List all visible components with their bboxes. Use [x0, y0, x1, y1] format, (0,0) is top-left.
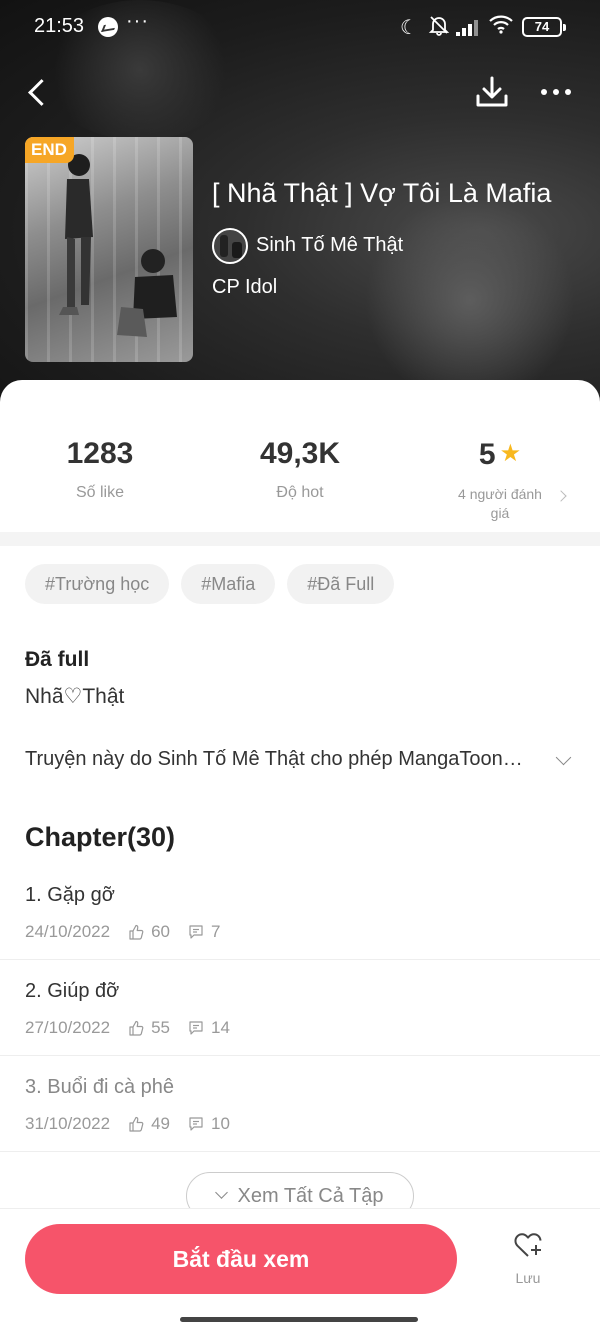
section-divider [0, 532, 600, 546]
chapter-heading: Chapter(30) [25, 822, 176, 852]
status-time: 21:53 [34, 15, 85, 37]
chapter-date: 27/10/2022 [25, 1018, 111, 1037]
stats-row: 1283 Số like 49,3K Độ hot 5 ★ 4 người đán… [0, 380, 600, 532]
hot-value: 49,3K [259, 437, 341, 470]
chapter-row[interactable]: 1. Gặp gỡ 24/10/2022 60 7 [0, 864, 600, 960]
bottom-action-bar: Bắt đầu xem Lưu [0, 1208, 600, 1333]
comic-category: CP Idol [212, 276, 278, 298]
more-dots-icon[interactable] [536, 72, 576, 112]
view-all-label: Xem Tất Cả Tập [237, 1185, 384, 1207]
background-blur [360, 200, 580, 400]
comment-icon [188, 1020, 204, 1036]
chapter-title: 1. Gặp gỡ [25, 884, 115, 906]
moon-icon: ☾ [400, 17, 418, 39]
home-indicator[interactable] [180, 1317, 418, 1322]
save-button[interactable]: Lưu [498, 1229, 558, 1299]
like-icon [128, 1020, 144, 1036]
chapter-row[interactable]: 2. Giúp đỡ 27/10/2022 55 14 [0, 960, 600, 1056]
hot-label: Độ hot [276, 484, 324, 501]
comic-cover[interactable]: END [25, 137, 193, 362]
comic-title: [ Nhã Thật ] Vợ Tôi Là Mafia [212, 178, 552, 208]
chapter-likes: 60 [151, 922, 171, 941]
tag-chip[interactable]: #Đã Full [287, 564, 395, 604]
avatar[interactable] [212, 228, 248, 264]
comment-icon [188, 924, 204, 940]
cover-figure [117, 249, 177, 337]
hero-header: 21:53 ··· ☾ 74 END [Nhã Thật] Vợ Tôi L… [0, 0, 600, 420]
chapter-comments: 10 [211, 1114, 230, 1133]
rating-value: 5 [478, 438, 496, 471]
battery-icon: 74 [522, 17, 566, 37]
chapter-comments: 7 [211, 922, 221, 941]
tag-list: #Trường học #Mafia #Đã Full [25, 564, 406, 604]
chapter-likes: 55 [151, 1018, 171, 1037]
heart-plus-icon [514, 1233, 542, 1257]
chapter-date: 31/10/2022 [25, 1114, 111, 1133]
cover-figure [59, 154, 93, 315]
end-badge: END [25, 137, 74, 163]
like-icon [128, 1116, 144, 1132]
like-icon [128, 924, 144, 940]
start-reading-button[interactable]: Bắt đầu xem [25, 1224, 457, 1294]
pen-name: Nhã♡Thật [25, 685, 125, 708]
description[interactable]: Truyện này do Sinh Tố Mê Thật cho phép M… [25, 748, 555, 771]
likes-value: 1283 [66, 437, 134, 470]
wifi-icon [488, 14, 514, 40]
chapter-date: 24/10/2022 [25, 922, 111, 941]
comment-icon [188, 1116, 204, 1132]
status-bar: 21:53 ··· ☾ 74 [0, 0, 600, 54]
chevron-down-icon[interactable] [555, 749, 572, 766]
stat-rating[interactable]: 5 ★ 4 người đánh giá [400, 436, 600, 523]
tag-chip[interactable]: #Trường học [25, 564, 170, 604]
rating-label: 4 người đánh giá [458, 486, 542, 521]
chapter-list: 1. Gặp gỡ 24/10/2022 60 7 2. Giúp đỡ 27/… [0, 864, 600, 1152]
author-name[interactable]: Sinh Tố Mê Thật [256, 234, 403, 257]
chapter-title: 2. Giúp đỡ [25, 980, 120, 1002]
chapter-likes: 49 [151, 1114, 171, 1133]
tag-chip[interactable]: #Mafia [181, 564, 276, 604]
bell-off-icon [428, 14, 450, 42]
signal-icon [456, 18, 482, 36]
star-icon: ★ [499, 440, 522, 467]
chapter-comments: 14 [211, 1018, 230, 1037]
completion-status: Đã full [25, 648, 90, 671]
stat-likes: 1283 Số like [0, 436, 200, 502]
chapter-title: 3. Buổi đi cà phê [25, 1076, 174, 1098]
messenger-icon [98, 17, 118, 37]
save-label: Lưu [515, 1270, 541, 1286]
more-notifications-icon: ··· [126, 10, 149, 32]
chapter-row[interactable]: 3. Buổi đi cà phê 31/10/2022 49 10 [0, 1056, 600, 1152]
stat-hot: 49,3K Độ hot [200, 436, 400, 502]
likes-label: Số like [75, 484, 125, 501]
download-icon[interactable] [472, 72, 512, 112]
back-button[interactable] [22, 74, 58, 110]
chevron-down-icon [214, 1186, 228, 1199]
detail-sheet: 1283 Số like 49,3K Độ hot 5 ★ 4 người đán… [0, 380, 600, 1333]
